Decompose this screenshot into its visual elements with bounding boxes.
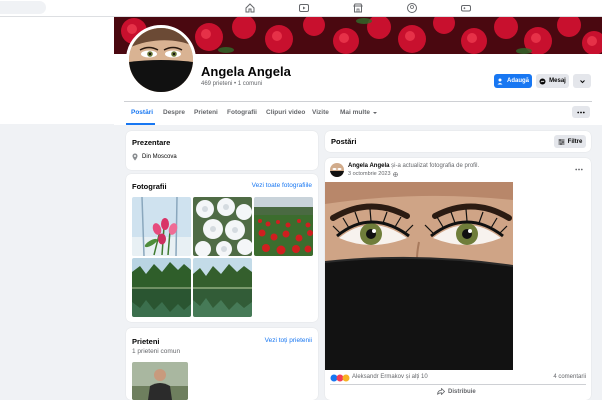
posts-title: Postări [331, 137, 357, 146]
share-icon [437, 388, 445, 395]
tab-more-label: Mai multe [340, 109, 370, 116]
tab-videos[interactable]: Clipuri video [266, 109, 305, 116]
friend-photo[interactable] [132, 362, 188, 400]
video-icon[interactable] [298, 2, 310, 14]
friends-card: Prieteni Vezi toți prietenii 1 prieteni … [126, 328, 318, 400]
home-icon[interactable] [244, 2, 256, 14]
photo-thumbnail[interactable] [193, 258, 252, 317]
post-card: Angela Angela și-a actualizat fotografia… [325, 158, 591, 400]
location-text: Din Moscova [142, 154, 177, 160]
header-divider [124, 101, 592, 102]
tab-more[interactable]: Mai multe [340, 109, 378, 116]
post-divider [330, 384, 586, 385]
top-navigation-bar [0, 0, 602, 17]
marketplace-icon[interactable] [352, 2, 364, 14]
post-date[interactable]: 3 octombrie 2023 [348, 171, 391, 177]
post-action: și-a actualizat fotografia de profil. [391, 163, 480, 169]
reactions-icon[interactable] [330, 374, 352, 382]
left-sidebar [0, 17, 114, 124]
share-button[interactable]: Distribuie [437, 388, 476, 395]
friend-count[interactable]: 469 prieteni • 1 comuni [201, 81, 262, 87]
filter-icon [558, 138, 565, 145]
globe-icon [392, 171, 398, 177]
tab-friends[interactable]: Prieteni [194, 109, 218, 116]
intro-title: Prezentare [132, 138, 171, 147]
post-author-avatar[interactable] [330, 163, 344, 177]
mutual-friends-count: 1 prieteni comun [132, 348, 181, 355]
tab-posts[interactable]: Postări [131, 109, 153, 116]
groups-icon[interactable] [406, 2, 418, 14]
gaming-icon[interactable] [460, 2, 472, 14]
more-options-button[interactable] [573, 74, 591, 88]
chevron-down-icon [579, 79, 585, 83]
post-photo[interactable] [325, 182, 513, 370]
photos-card: Fotografii Vezi toate fotografiile [126, 174, 318, 322]
add-friend-label: Adaugă [506, 78, 529, 84]
tab-about[interactable]: Despre [163, 109, 185, 116]
message-label: Mesaj [549, 78, 566, 84]
location-pin-icon [132, 153, 138, 161]
comments-count[interactable]: 4 comentarii [553, 374, 586, 380]
tab-checkins[interactable]: Vizite [312, 109, 329, 116]
post-meta: 3 octombrie 2023 [348, 171, 398, 177]
friends-title: Prieteni [132, 337, 160, 346]
profile-header: Angela Angela 469 prieteni • 1 comuni Ad… [114, 17, 602, 125]
photos-title: Fotografii [132, 182, 167, 191]
posts-header-card: Postări Filtre [325, 131, 591, 152]
ellipsis-icon [577, 111, 585, 113]
photo-thumbnail[interactable] [132, 197, 191, 256]
photo-thumbnail[interactable] [254, 197, 313, 256]
photo-thumbnail[interactable] [132, 258, 191, 317]
add-friend-icon [497, 78, 503, 84]
add-friend-button[interactable]: Adaugă [494, 74, 532, 88]
post-author[interactable]: Angela Angela [348, 163, 389, 169]
caret-down-icon [372, 111, 377, 114]
profile-name: Angela Angela [201, 64, 291, 79]
profile-avatar[interactable] [126, 25, 196, 95]
active-tab-indicator [126, 123, 155, 125]
post-header-line: Angela Angela și-a actualizat fotografia… [348, 163, 479, 169]
tab-photos[interactable]: Fotografii [227, 109, 257, 116]
messenger-icon [539, 78, 546, 84]
share-label: Distribuie [448, 388, 476, 395]
photo-thumbnail[interactable] [193, 197, 252, 256]
reactions-summary[interactable]: Aleksandr Ermakov și alți 10 [352, 374, 428, 380]
message-button[interactable]: Mesaj [536, 74, 569, 88]
search-input[interactable] [0, 1, 46, 14]
intro-card: Prezentare Din Moscova [126, 131, 318, 170]
profile-menu-button[interactable] [572, 106, 590, 118]
filters-label: Filtre [567, 138, 583, 145]
see-all-photos-link[interactable]: Vezi toate fotografiile [252, 182, 312, 189]
filters-button[interactable]: Filtre [554, 135, 586, 148]
post-options-icon[interactable] [575, 168, 583, 171]
see-all-friends-link[interactable]: Vezi toți prietenii [265, 337, 312, 344]
